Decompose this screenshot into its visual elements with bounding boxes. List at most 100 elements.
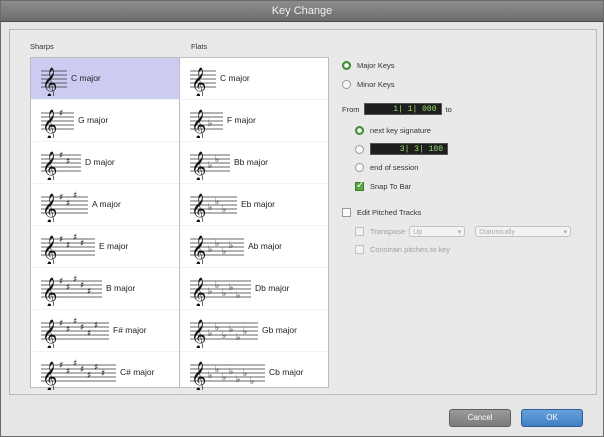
treble-clef-icon: 𝄞 (42, 67, 57, 96)
transpose-row: Transpose Up ▾ Diatonically ▾ (355, 226, 572, 237)
key-label: G major (78, 115, 109, 125)
key-label: C major (71, 73, 101, 83)
constrain-label: Constrain pitches to key (370, 245, 451, 254)
sharp-key-item[interactable]: 𝄞 ♯ ♯ ♯ ♯ E major (31, 226, 179, 268)
staff-icon: 𝄞 ♭♭ (190, 151, 230, 183)
flat-icon: ♭ (215, 281, 219, 291)
flats-header: Flats (191, 42, 208, 51)
edit-pitched-checkbox[interactable] (342, 208, 351, 217)
major-keys-option[interactable]: Major Keys (342, 61, 395, 70)
flat-key-item[interactable]: 𝄞 ♭ ♭ ♭ Eb major (180, 184, 328, 226)
flat-icon: ♭ (222, 205, 226, 215)
treble-clef-icon: 𝄞 (42, 319, 57, 348)
key-signature: 𝄞 ♭ ♭ ♭ ♭ ♭ (190, 272, 251, 309)
sharp-key-item[interactable]: 𝄞 ♯ ♯ ♯ A major (31, 184, 179, 226)
sharp-key-item[interactable]: 𝄞 ♯ ♯ ♯ ♯ ♯ ♯ F# major (31, 310, 179, 352)
sharp-icon: ♯ (80, 281, 84, 291)
key-signature: 𝄞 (41, 62, 67, 99)
to-label: to (445, 104, 452, 114)
key-label: F# major (113, 325, 147, 335)
sharp-key-item[interactable]: 𝄞 ♯ G major (31, 100, 179, 142)
sharp-icon: ♯ (66, 367, 70, 377)
major-keys-label: Major Keys (357, 61, 395, 70)
sharp-icon: ♯ (59, 193, 63, 203)
sharp-icon: ♯ (66, 241, 70, 251)
transpose-checkbox[interactable] (355, 227, 364, 236)
constrain-checkbox[interactable] (355, 245, 364, 254)
staff-icon: 𝄞 ♯♯♯♯♯♯♯ (41, 359, 116, 393)
major-keys-radio[interactable] (342, 61, 351, 70)
chevron-down-icon: ▾ (457, 229, 462, 236)
flat-icon: ♭ (222, 247, 226, 257)
interval-select[interactable]: Diatonically ▾ (475, 226, 572, 237)
key-signature: 𝄞 (190, 62, 216, 99)
flat-key-item[interactable]: 𝄞 C major (180, 58, 328, 100)
to-position-radio[interactable] (355, 144, 364, 154)
from-counter[interactable]: 1| 1| 000 (363, 103, 442, 115)
end-of-session-option[interactable]: end of session (355, 163, 418, 172)
treble-clef-icon: 𝄞 (42, 277, 57, 306)
chevron-down-icon: ▾ (563, 229, 568, 236)
flat-key-item[interactable]: 𝄞 ♭ ♭ ♭ ♭ ♭ Db major (180, 268, 328, 310)
flat-key-item[interactable]: 𝄞 ♭ ♭ ♭ ♭ ♭ ♭ Gb major (180, 310, 328, 352)
key-signature: 𝄞 ♭ ♭ ♭ ♭ (190, 230, 244, 267)
flat-key-item[interactable]: 𝄞 ♭ ♭ ♭ ♭ ♭ ♭ ♭ Cb major (180, 352, 328, 394)
snap-to-bar-checkbox[interactable] (355, 180, 364, 191)
flat-icon: ♭ (208, 245, 212, 255)
next-key-radio[interactable] (355, 126, 364, 135)
flats-key-list[interactable]: 𝄞 C major 𝄞 ♭ F major 𝄞 ♭ ♭ Bb major 𝄞 ♭ ♭ ♭ Eb major… (179, 57, 329, 394)
treble-clef-icon: 𝄞 (191, 319, 206, 348)
key-label: C major (220, 73, 250, 83)
key-label: C# major (120, 367, 155, 377)
sharp-icon: ♯ (59, 109, 63, 119)
flat-key-item[interactable]: 𝄞 ♭ ♭ ♭ ♭ Ab major (180, 226, 328, 268)
cancel-button[interactable]: Cancel (449, 409, 511, 427)
flat-icon: ♭ (236, 375, 240, 385)
end-of-session-label: end of session (370, 163, 419, 172)
transpose-label: Transpose (370, 227, 406, 236)
key-signature: 𝄞 ♭ ♭ ♭ ♭ ♭ ♭ ♭ (190, 356, 265, 393)
key-signature: 𝄞 ♯ ♯ ♯ (41, 188, 88, 225)
staff-icon: 𝄞 ♯♯♯ (41, 191, 88, 225)
staff-icon: 𝄞 ♯♯♯♯♯♯ (41, 317, 109, 351)
sharp-key-item[interactable]: 𝄞 ♯ ♯ ♯ ♯ ♯ B major (31, 268, 179, 310)
sharp-icon: ♯ (73, 317, 77, 327)
sharp-icon: ♯ (66, 157, 70, 167)
snap-to-bar-option[interactable]: Snap To Bar (355, 180, 412, 191)
flat-key-item[interactable]: 𝄞 ♭ ♭ Bb major (180, 142, 328, 184)
constrain-row[interactable]: Constrain pitches to key (355, 245, 450, 254)
sharps-key-list[interactable]: 𝄞 C major 𝄞 ♯ G major 𝄞 ♯ ♯ D major 𝄞 ♯ ♯ ♯ A major 𝄞 ♯… (30, 57, 180, 394)
minor-keys-radio[interactable] (342, 80, 351, 89)
to-counter[interactable]: 3| 3| 100 (370, 143, 448, 155)
sharp-key-item[interactable]: 𝄞 ♯ ♯ D major (31, 142, 179, 184)
flat-icon: ♭ (243, 369, 247, 379)
snap-to-bar-label: Snap To Bar (370, 182, 412, 191)
sharp-icon: ♯ (59, 151, 63, 161)
flat-key-item[interactable]: 𝄞 ♭ F major (180, 100, 328, 142)
treble-clef-icon: 𝄞 (191, 109, 206, 138)
treble-clef-icon: 𝄞 (191, 277, 206, 306)
sharp-icon: ♯ (66, 283, 70, 293)
end-of-session-radio[interactable] (355, 163, 364, 172)
staff-icon: 𝄞 ♯♯♯♯ (41, 233, 95, 267)
key-label: E major (99, 241, 129, 251)
direction-select[interactable]: Up ▾ (409, 226, 466, 237)
sharp-key-item[interactable]: 𝄞 C major (31, 58, 179, 100)
staff-icon: 𝄞 ♭♭♭♭♭♭♭ (190, 361, 265, 393)
key-label: B major (106, 283, 136, 293)
to-position-option[interactable]: 3| 3| 100 (355, 143, 448, 155)
minor-keys-label: Minor Keys (357, 80, 395, 89)
next-key-option[interactable]: next key signature (355, 126, 431, 135)
flat-icon: ♭ (208, 203, 212, 213)
sharp-key-item[interactable]: 𝄞 ♯ ♯ ♯ ♯ ♯ ♯ ♯ C# major (31, 352, 179, 394)
ok-button[interactable]: OK (521, 409, 583, 427)
edit-pitched-option[interactable]: Edit Pitched Tracks (342, 208, 421, 217)
sharp-icon: ♯ (87, 287, 91, 297)
key-signature: 𝄞 ♭ ♭ (190, 146, 230, 183)
key-signature: 𝄞 ♯ ♯ ♯ ♯ ♯ ♯ ♯ (41, 356, 116, 393)
flat-icon: ♭ (222, 373, 226, 383)
minor-keys-option[interactable]: Minor Keys (342, 80, 395, 89)
sharp-icon: ♯ (73, 233, 77, 243)
key-label: Cb major (269, 367, 304, 377)
sharp-icon: ♯ (59, 235, 63, 245)
